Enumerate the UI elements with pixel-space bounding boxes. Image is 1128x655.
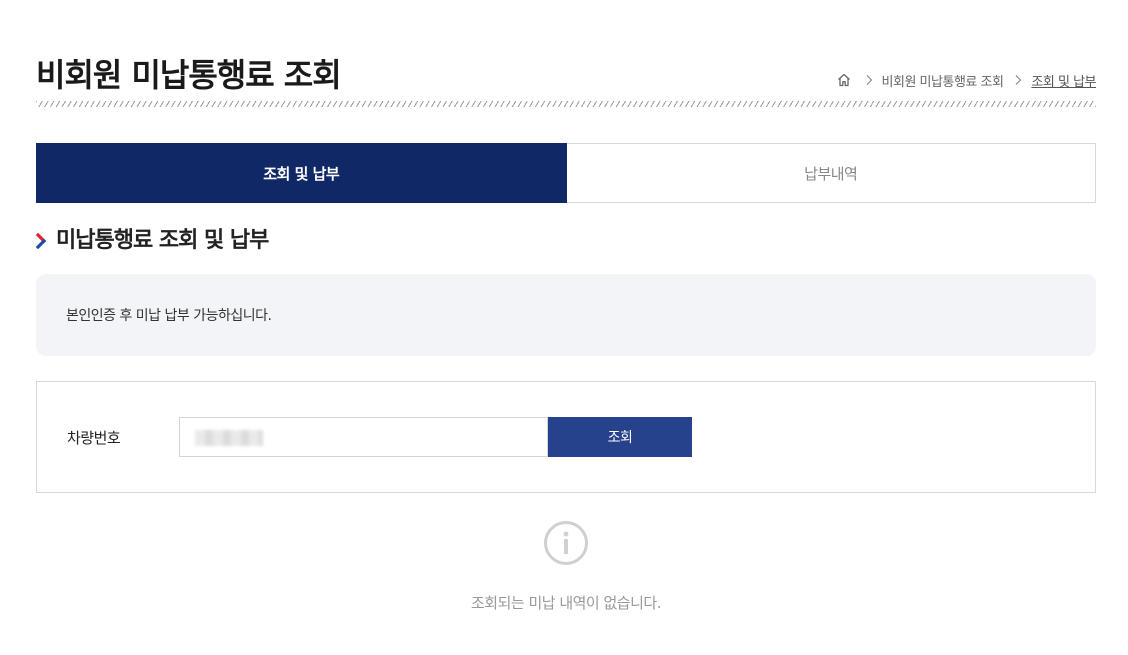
chevron-right-icon: [1013, 74, 1023, 86]
info-icon: [543, 520, 589, 566]
search-button[interactable]: 조회: [548, 417, 692, 457]
breadcrumb-item-current[interactable]: 조회 및 납부: [1031, 71, 1096, 90]
breadcrumb-item-inquiry-menu[interactable]: 비회원 미납통행료 조회: [882, 71, 1004, 90]
notice-box: 본인인증 후 미납 납부 가능하십니다.: [36, 274, 1096, 356]
tab-payment-history[interactable]: 납부내역: [566, 143, 1096, 203]
section-chevron-icon: [35, 230, 48, 250]
breadcrumb: 비회원 미납통행료 조회 조회 및 납부: [836, 70, 1096, 90]
section-title: 미납통행료 조회 및 납부: [35, 224, 269, 253]
empty-state: 조회되는 미납 내역이 없습니다.: [36, 520, 1096, 613]
chevron-right-icon: [864, 74, 874, 86]
masked-plate-value: [195, 430, 263, 446]
tab-bar: 조회 및 납부 납부내역: [36, 143, 1096, 203]
section-title-text: 미납통행료 조회 및 납부: [56, 228, 269, 253]
home-icon[interactable]: [836, 72, 852, 88]
empty-message: 조회되는 미납 내역이 없습니다.: [471, 594, 661, 612]
notice-text: 본인인증 후 미납 납부 가능하십니다.: [66, 308, 272, 324]
page-title: 비회원 미납통행료 조회: [36, 56, 342, 94]
title-divider: [36, 101, 1096, 107]
search-form: 차량번호 조회: [36, 381, 1096, 493]
tab-inquiry-payment[interactable]: 조회 및 납부: [36, 143, 567, 203]
plate-number-label: 차량번호: [67, 429, 121, 447]
